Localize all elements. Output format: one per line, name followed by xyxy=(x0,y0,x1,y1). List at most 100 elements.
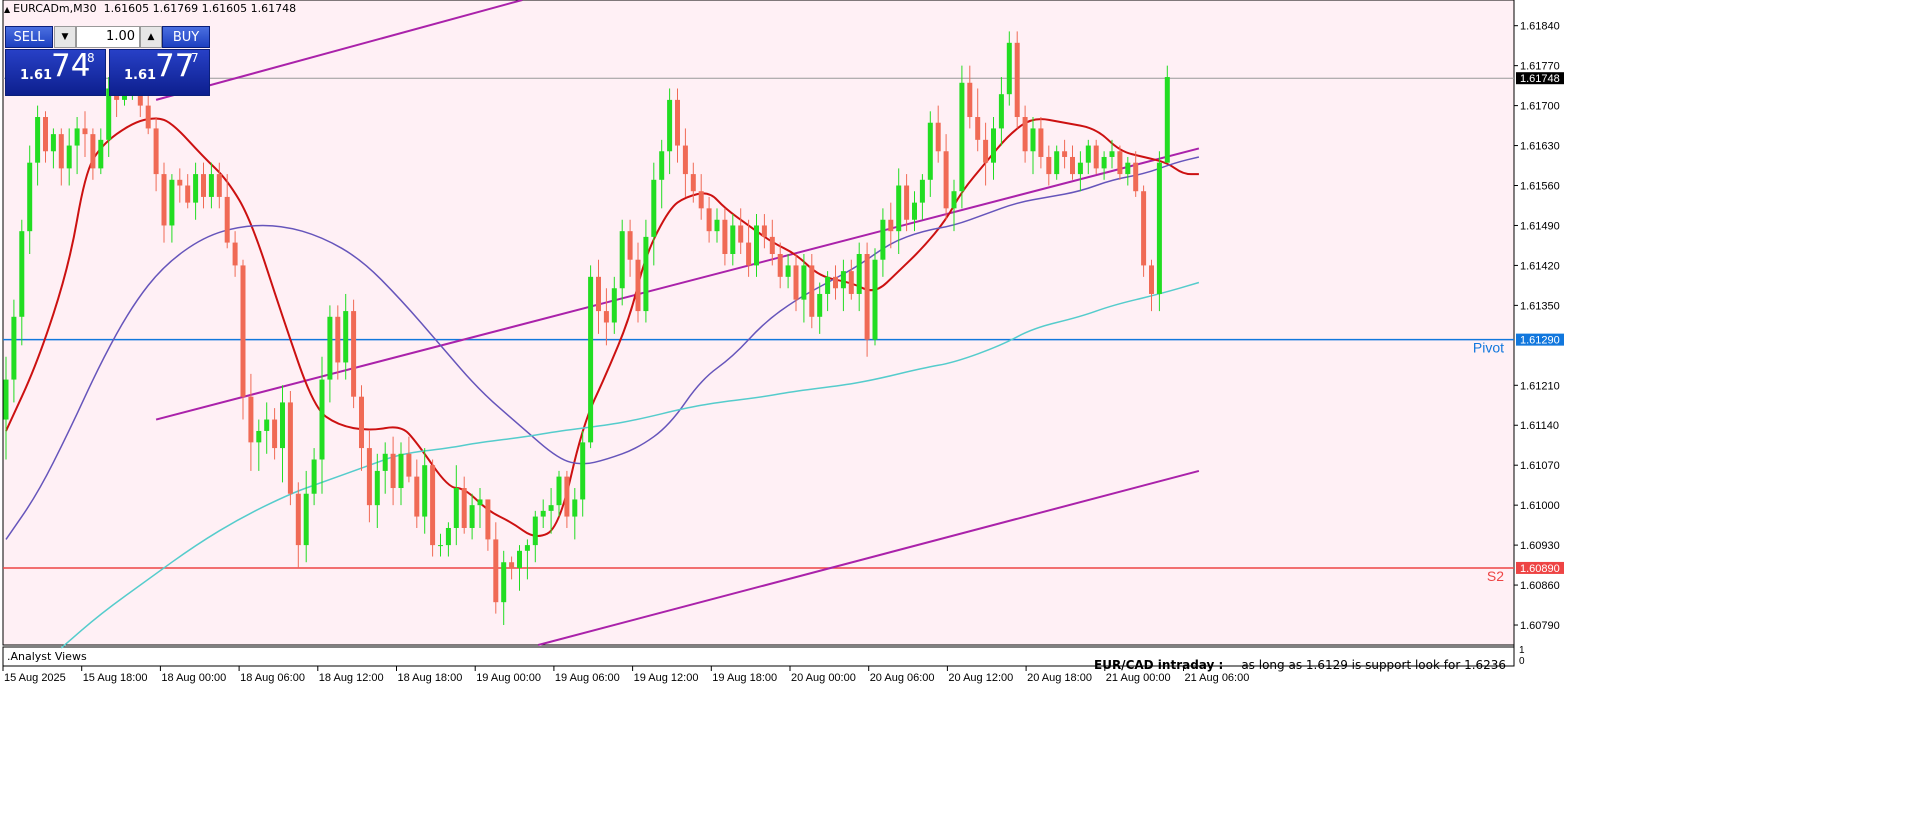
candle-bear[interactable] xyxy=(675,99,680,146)
candle-bull[interactable] xyxy=(951,191,957,209)
candle-bear[interactable] xyxy=(240,265,246,397)
candle-bear[interactable] xyxy=(161,174,167,226)
candle-bear[interactable] xyxy=(943,151,949,209)
candle-bull[interactable] xyxy=(1156,162,1162,294)
candle-bull[interactable] xyxy=(556,476,562,506)
candle-bull[interactable] xyxy=(959,82,965,192)
candle-bull[interactable] xyxy=(469,505,475,528)
candle-bear[interactable] xyxy=(769,236,775,255)
candle-bear[interactable] xyxy=(809,265,815,317)
candle-bear[interactable] xyxy=(596,276,601,312)
pivot-price-tag[interactable]: 1.61290 xyxy=(1516,333,1564,347)
candle-bull[interactable] xyxy=(66,145,72,169)
candle-bull[interactable] xyxy=(169,179,175,226)
candle-bull[interactable] xyxy=(1101,156,1107,169)
candle-bull[interactable] xyxy=(501,562,507,603)
candle-bear[interactable] xyxy=(153,128,159,175)
candle-bull[interactable] xyxy=(659,151,665,180)
candle-bull[interactable] xyxy=(580,442,586,500)
candle-bull[interactable] xyxy=(208,174,214,197)
candle-bull[interactable] xyxy=(343,311,349,363)
candle-bull[interactable] xyxy=(3,379,9,420)
candle-bear[interactable] xyxy=(1014,42,1020,118)
candle-bull[interactable] xyxy=(193,174,199,203)
candle-bull[interactable] xyxy=(1054,151,1060,175)
candle-bull[interactable] xyxy=(998,94,1004,129)
candle-bear[interactable] xyxy=(603,311,609,323)
candle-bear[interactable] xyxy=(366,448,372,506)
candle-bull[interactable] xyxy=(1109,151,1115,157)
candle-bear[interactable] xyxy=(1133,162,1139,192)
candle-bull[interactable] xyxy=(714,219,720,232)
candle-bear[interactable] xyxy=(359,396,364,449)
candle-bull[interactable] xyxy=(422,465,428,517)
candle-bull[interactable] xyxy=(319,379,325,460)
candle-bull[interactable] xyxy=(730,225,736,255)
candle-bear[interactable] xyxy=(58,134,64,169)
candle-bull[interactable] xyxy=(667,99,673,152)
candle-bear[interactable] xyxy=(777,254,783,277)
candle-bear[interactable] xyxy=(1093,145,1099,169)
candle-bear[interactable] xyxy=(224,196,230,243)
candle-bull[interactable] xyxy=(19,231,25,317)
candle-bear[interactable] xyxy=(216,174,222,197)
candle-bear[interactable] xyxy=(232,242,238,266)
candle-bear[interactable] xyxy=(698,191,704,209)
candle-bear[interactable] xyxy=(414,476,420,517)
candle-bear[interactable] xyxy=(888,219,894,232)
candle-bull[interactable] xyxy=(374,470,380,506)
candle-bull[interactable] xyxy=(264,419,270,431)
candle-bear[interactable] xyxy=(1117,151,1123,175)
candle-bear[interactable] xyxy=(1062,151,1068,157)
candle-bull[interactable] xyxy=(872,259,878,340)
candle-bull[interactable] xyxy=(619,231,625,289)
candle-bull[interactable] xyxy=(540,510,546,517)
candle-bull[interactable] xyxy=(991,128,996,163)
candle-bear[interactable] xyxy=(493,539,499,603)
candle-bear[interactable] xyxy=(90,134,96,169)
candle-bull[interactable] xyxy=(919,179,925,203)
candle-bull[interactable] xyxy=(817,293,823,317)
candle-bull[interactable] xyxy=(572,499,578,517)
candle-bull[interactable] xyxy=(880,219,886,260)
candle-bull[interactable] xyxy=(896,185,902,232)
last-price-tag[interactable]: 1.61748 xyxy=(1516,72,1564,85)
candle-bull[interactable] xyxy=(611,288,617,323)
candle-bear[interactable] xyxy=(746,242,752,266)
candle-bear[interactable] xyxy=(430,465,436,546)
candle-bull[interactable] xyxy=(98,139,104,169)
price-chart[interactable]: PivotS2 1.618401.617701.617001.616301.61… xyxy=(0,0,1916,840)
candle-bear[interactable] xyxy=(145,105,151,129)
sell-quote[interactable]: 1.61 74 8 xyxy=(5,48,106,96)
candle-bull[interactable] xyxy=(588,276,594,443)
candle-bear[interactable] xyxy=(983,139,989,163)
candle-bear[interactable] xyxy=(564,476,570,517)
candle-bull[interactable] xyxy=(548,505,554,511)
candle-bear[interactable] xyxy=(1038,128,1044,157)
candle-bear[interactable] xyxy=(335,316,341,363)
candle-bear[interactable] xyxy=(406,453,412,477)
candle-bear[interactable] xyxy=(1070,156,1075,175)
candle-bear[interactable] xyxy=(272,419,278,449)
candle-bull[interactable] xyxy=(27,162,33,232)
candle-bull[interactable] xyxy=(524,545,530,551)
candle-bear[interactable] xyxy=(43,117,48,152)
candle-bear[interactable] xyxy=(201,174,206,197)
candle-bull[interactable] xyxy=(303,493,309,546)
candle-bear[interactable] xyxy=(793,265,799,300)
candle-bull[interactable] xyxy=(651,179,657,237)
candle-bear[interactable] xyxy=(485,499,491,540)
candle-bull[interactable] xyxy=(785,265,791,277)
candle-bear[interactable] xyxy=(682,145,688,175)
candle-bear[interactable] xyxy=(1046,156,1052,175)
candle-bull[interactable] xyxy=(11,316,17,380)
candle-bull[interactable] xyxy=(927,122,933,180)
candle-bear[interactable] xyxy=(690,174,696,192)
candle-bear[interactable] xyxy=(185,185,191,203)
candle-bear[interactable] xyxy=(1149,265,1154,294)
candle-bull[interactable] xyxy=(453,488,459,528)
candle-bull[interactable] xyxy=(445,527,451,546)
plot-area[interactable] xyxy=(2,0,1515,646)
candle-bear[interactable] xyxy=(967,82,973,118)
candle-bull[interactable] xyxy=(1030,128,1036,152)
